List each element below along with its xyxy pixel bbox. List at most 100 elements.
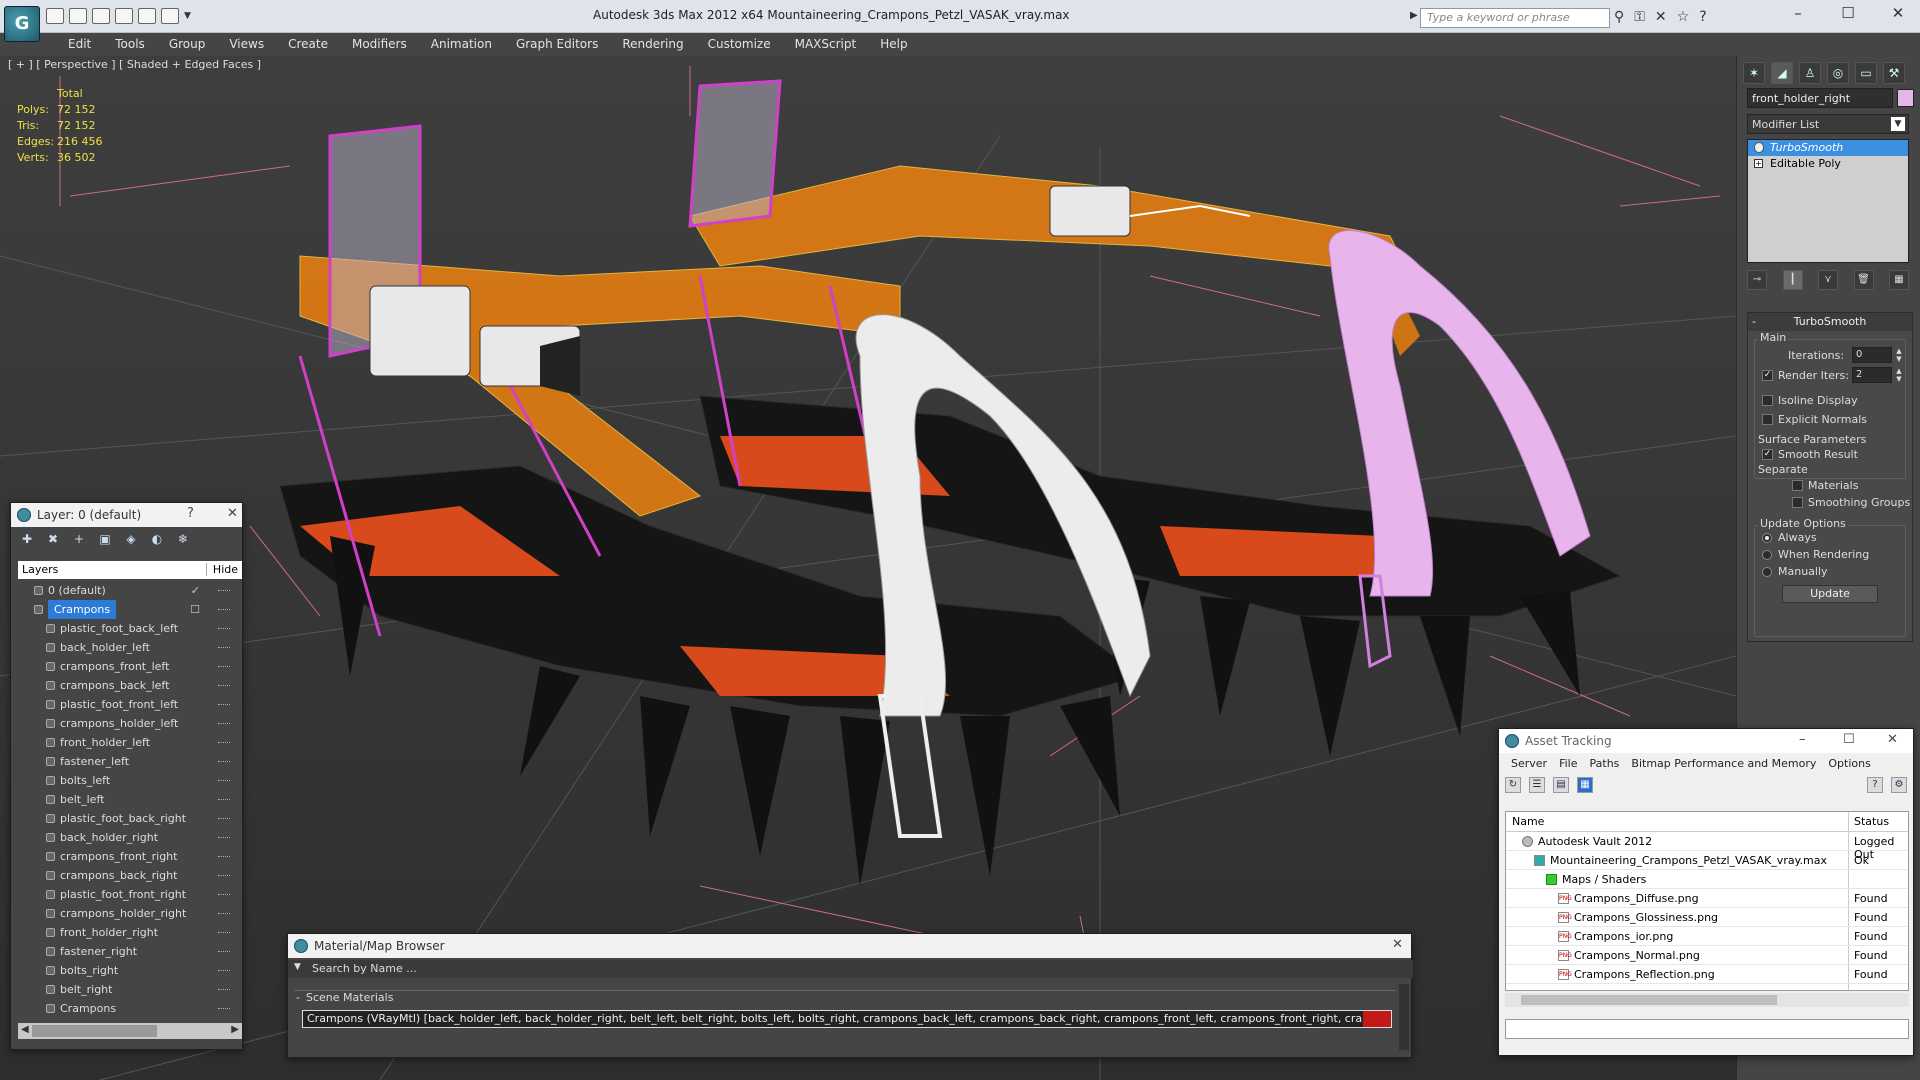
modify-tab-icon[interactable]: ◢: [1771, 62, 1793, 84]
render-iters-checkbox[interactable]: ✓: [1762, 370, 1773, 381]
hide-toggle[interactable]: [218, 989, 230, 991]
help-icon[interactable]: ?: [187, 506, 194, 521]
collapse-icon[interactable]: -: [296, 991, 300, 1004]
layer-row[interactable]: front_holder_right: [18, 923, 242, 942]
redo-icon[interactable]: [138, 8, 156, 24]
menu-views[interactable]: Views: [217, 33, 276, 56]
modifier-list-dropdown[interactable]: Modifier List ▼: [1747, 114, 1909, 134]
hide-toggle[interactable]: [218, 742, 230, 744]
asset-menu-file[interactable]: File: [1553, 753, 1583, 775]
stack-item-editable-poly[interactable]: + Editable Poly: [1748, 156, 1908, 172]
thumbnail-view-icon[interactable]: ▤: [1553, 777, 1569, 793]
chevron-down-icon[interactable]: ▼: [1891, 117, 1905, 131]
expand-plus-icon[interactable]: +: [1754, 159, 1763, 168]
layer-row[interactable]: front_holder_left: [18, 733, 242, 752]
asset-row[interactable]: PNG Crampons_Reflection.png Found: [1506, 965, 1908, 984]
open-file-icon[interactable]: [69, 8, 87, 24]
display-tab-icon[interactable]: ▭: [1855, 62, 1877, 84]
smoothing-groups-checkbox[interactable]: [1792, 497, 1803, 508]
hide-all-icon[interactable]: ◐: [149, 531, 165, 547]
menu-tools[interactable]: Tools: [103, 33, 157, 56]
help-icon[interactable]: ?: [1699, 9, 1706, 25]
hide-toggle[interactable]: [218, 685, 230, 687]
layer-row[interactable]: plastic_foot_front_left: [18, 695, 242, 714]
hide-toggle[interactable]: [218, 856, 230, 858]
menu-group[interactable]: Group: [157, 33, 218, 56]
layer-row[interactable]: belt_right: [18, 980, 242, 999]
when-rendering-radio[interactable]: [1762, 550, 1772, 560]
layer-row[interactable]: crampons_back_left: [18, 676, 242, 695]
qat-dropdown-icon[interactable]: ▼: [184, 8, 194, 24]
scroll-right-icon[interactable]: ▶: [231, 1024, 239, 1035]
scroll-left-icon[interactable]: ◀: [21, 1024, 29, 1035]
layer-row[interactable]: fastener_left: [18, 752, 242, 771]
materials-checkbox[interactable]: [1792, 480, 1803, 491]
render-iters-spinner[interactable]: 2: [1852, 367, 1892, 383]
undo-icon[interactable]: [115, 8, 133, 24]
layers-column-header[interactable]: Layers: [22, 563, 58, 576]
select-objects-icon[interactable]: ▣: [97, 531, 113, 547]
search-input[interactable]: Type a keyword or phrase: [1420, 8, 1610, 28]
favorites-star-icon[interactable]: ☆: [1677, 9, 1690, 25]
layer-row[interactable]: crampons_back_right: [18, 866, 242, 885]
hierarchy-tab-icon[interactable]: ♙: [1799, 62, 1821, 84]
new-file-icon[interactable]: [46, 8, 64, 24]
hide-toggle[interactable]: [218, 723, 230, 725]
maximize-icon[interactable]: ☐: [1834, 4, 1862, 22]
spinner-arrows-icon[interactable]: ▲ ▼: [1894, 367, 1904, 383]
close-icon[interactable]: ✕: [1887, 732, 1898, 747]
layer-row[interactable]: plastic_foot_back_right: [18, 809, 242, 828]
layer-row[interactable]: bolts_left: [18, 771, 242, 790]
hide-toggle[interactable]: [218, 970, 230, 972]
minimize-icon[interactable]: –: [1784, 4, 1812, 22]
menu-modifiers[interactable]: Modifiers: [340, 33, 419, 56]
object-color-swatch[interactable]: [1897, 89, 1914, 107]
layer-row[interactable]: plastic_foot_front_right: [18, 885, 242, 904]
motion-tab-icon[interactable]: ◎: [1827, 62, 1849, 84]
asset-row[interactable]: PNG Crampons_Normal.png Found: [1506, 946, 1908, 965]
menu-edit[interactable]: Edit: [56, 33, 103, 56]
hide-toggle[interactable]: [218, 951, 230, 953]
freeze-all-icon[interactable]: ❄: [175, 531, 191, 547]
asset-row[interactable]: PNG Crampons_ior.png Found: [1506, 927, 1908, 946]
current-layer-check-icon[interactable]: ✓: [191, 581, 200, 600]
menu-animation[interactable]: Animation: [419, 33, 504, 56]
hide-toggle[interactable]: [218, 628, 230, 630]
save-file-icon[interactable]: [92, 8, 110, 24]
settings-icon[interactable]: ⚙: [1891, 777, 1907, 793]
hide-toggle[interactable]: [218, 590, 230, 592]
asset-menu-server[interactable]: Server: [1505, 753, 1553, 775]
layer-row[interactable]: back_holder_right: [18, 828, 242, 847]
hide-toggle[interactable]: [218, 761, 230, 763]
asset-path-field[interactable]: [1505, 1019, 1909, 1039]
hide-toggle[interactable]: [218, 894, 230, 896]
scrollbar-thumb[interactable]: [32, 1025, 157, 1037]
layer-row[interactable]: bolts_right: [18, 961, 242, 980]
layer-row[interactable]: belt_left: [18, 790, 242, 809]
close-icon[interactable]: ✕: [1884, 4, 1912, 22]
viewport-label[interactable]: [ + ] [ Perspective ] [ Shaded + Edged F…: [8, 58, 261, 71]
collapse-icon[interactable]: -: [1752, 313, 1756, 331]
material-item[interactable]: Crampons (VRayMtl) [back_holder_left, ba…: [302, 1010, 1392, 1028]
asset-row[interactable]: Maps / Shaders: [1506, 870, 1908, 889]
refresh-icon[interactable]: ↻: [1505, 777, 1521, 793]
asset-row[interactable]: PNG Crampons_Diffuse.png Found: [1506, 889, 1908, 908]
smooth-result-checkbox[interactable]: ✓: [1762, 449, 1773, 460]
object-name-field[interactable]: front_holder_right: [1747, 88, 1893, 108]
menu-rendering[interactable]: Rendering: [610, 33, 695, 56]
make-unique-icon[interactable]: ⋎: [1818, 270, 1838, 290]
explicit-normals-checkbox[interactable]: [1762, 414, 1773, 425]
minimize-icon[interactable]: –: [1799, 732, 1806, 747]
perspective-viewport[interactable]: [ + ] [ Perspective ] [ Shaded + Edged F…: [0, 56, 1736, 1080]
project-folder-icon[interactable]: [161, 8, 179, 24]
hide-toggle[interactable]: [218, 799, 230, 801]
add-to-layer-icon[interactable]: +: [71, 531, 87, 547]
hide-toggle[interactable]: [218, 913, 230, 915]
material-browser-scrollbar[interactable]: [1399, 984, 1409, 1050]
menu-help[interactable]: Help: [868, 33, 919, 56]
table-view-icon[interactable]: ▦: [1577, 777, 1593, 793]
pin-stack-icon[interactable]: ⊸: [1747, 270, 1767, 290]
layer-row[interactable]: crampons_holder_right: [18, 904, 242, 923]
lightbulb-icon[interactable]: [1754, 142, 1764, 153]
layer-row[interactable]: fastener_right: [18, 942, 242, 961]
